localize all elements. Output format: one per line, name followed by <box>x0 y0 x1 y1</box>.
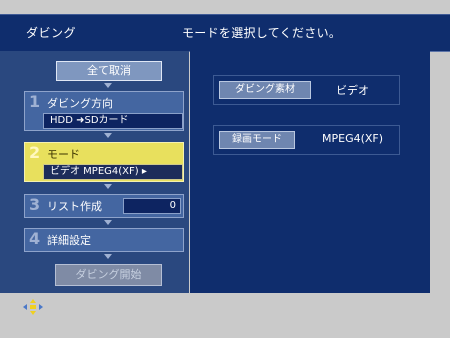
dubbing-source-row: ダビング素材 ビデオ <box>213 75 400 105</box>
recording-mode-label: 録画モード <box>219 131 295 149</box>
step-label: ダビング方向 <box>47 97 113 110</box>
recording-mode-row: 録画モード MPEG4(XF) <box>213 125 400 155</box>
step-number: 3 <box>29 195 41 214</box>
step-list-create[interactable]: 3 リスト作成 0 <box>24 194 184 218</box>
step-label: モード <box>47 148 80 161</box>
mode-title: ダビング <box>26 26 77 40</box>
step-dubbing-direction[interactable]: 1 ダビング方向 HDD ➜SDカード <box>24 91 184 131</box>
start-dubbing-button[interactable]: ダビング開始 <box>55 264 162 286</box>
cancel-all-button[interactable]: 全て取消 <box>56 61 162 81</box>
mode-value-select[interactable]: ビデオ MPEG4(XF) ▸ <box>43 164 183 180</box>
directional-pad-icon <box>23 299 43 315</box>
step-number: 4 <box>29 229 41 248</box>
recording-mode-value: MPEG4(XF) <box>322 132 384 145</box>
dubbing-source-label: ダビング素材 <box>219 81 311 99</box>
arrow-down-icon <box>104 254 112 259</box>
arrow-down-icon <box>104 220 112 225</box>
step-label: 詳細設定 <box>47 234 91 247</box>
settings-panel: ダビング素材 ビデオ 録画モード MPEG4(XF) <box>190 51 430 293</box>
steps-panel: 全て取消 1 ダビング方向 HDD ➜SDカード 2 モード ビデオ MPEG4… <box>0 51 189 293</box>
step-number: 2 <box>29 143 41 162</box>
step-label: リスト作成 <box>47 200 102 213</box>
instruction-text: モードを選択してください。 <box>182 26 342 40</box>
dubbing-source-value: ビデオ <box>336 84 369 97</box>
arrow-down-icon <box>104 83 112 88</box>
arrow-down-icon <box>104 184 112 189</box>
list-count: 0 <box>123 198 181 214</box>
step-mode[interactable]: 2 モード ビデオ MPEG4(XF) ▸ <box>24 142 184 182</box>
screen: ダビング モードを選択してください。 全て取消 1 ダビング方向 HDD ➜SD… <box>0 0 450 338</box>
arrow-down-icon <box>104 133 112 138</box>
step-value: HDD ➜SDカード <box>43 113 183 129</box>
step-detail-settings[interactable]: 4 詳細設定 <box>24 228 184 252</box>
step-number: 1 <box>29 92 41 111</box>
header-bar: ダビング モードを選択してください。 <box>0 14 450 52</box>
